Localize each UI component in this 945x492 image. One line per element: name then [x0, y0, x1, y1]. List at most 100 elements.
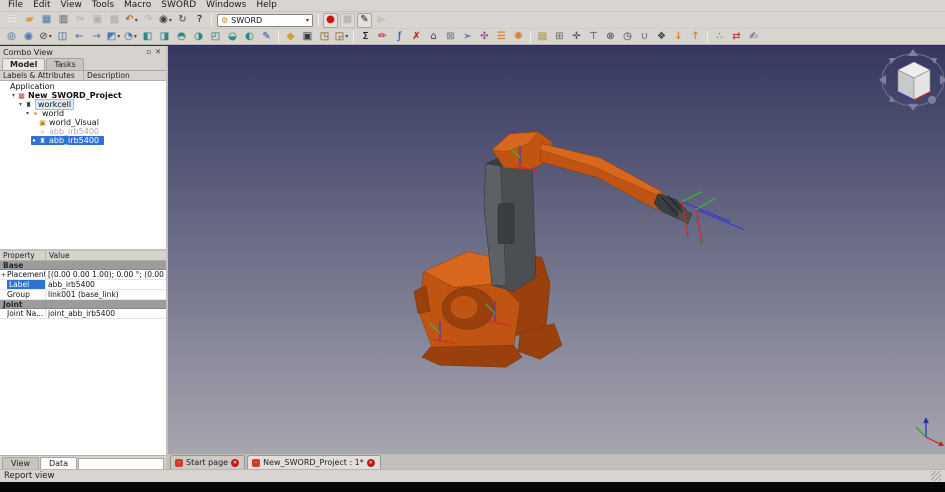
fit-selection-button[interactable]: ◎: [4, 29, 19, 44]
property-row-label[interactable]: Labelabb_irb5400: [0, 280, 166, 290]
property-value[interactable]: [(0.00 0.00 1.00); 0.00 °; (0.00 mm 0.00…: [46, 270, 166, 279]
print-button[interactable]: ▥: [56, 13, 71, 28]
linked-view-button[interactable]: ◩▾: [106, 29, 121, 44]
arrow-down-tool-button[interactable]: ↓: [671, 29, 686, 44]
value-column-header[interactable]: Value: [46, 251, 166, 260]
red-pen-tool-button[interactable]: ✏: [375, 29, 390, 44]
sword-yellow-tool-button[interactable]: ◆: [283, 29, 298, 44]
nav-forward-button[interactable]: →: [89, 29, 104, 44]
menu-sword[interactable]: SWORD: [156, 0, 201, 11]
bounding-box-button[interactable]: ◫: [55, 29, 70, 44]
function-tool-button[interactable]: ƒ: [392, 29, 407, 44]
float-panel-icon[interactable]: ▫: [144, 48, 153, 56]
link-tool-button[interactable]: ⇄: [729, 29, 744, 44]
property-value[interactable]: joint_abb_irb5400: [46, 309, 166, 318]
expander-open-icon[interactable]: ▾: [17, 101, 24, 108]
menu-edit[interactable]: Edit: [28, 0, 55, 11]
column-description[interactable]: Description: [84, 71, 166, 80]
view-rear-button[interactable]: ◰: [208, 29, 223, 44]
measure-button[interactable]: ✎: [259, 29, 274, 44]
home-tool-button[interactable]: ⌂: [426, 29, 441, 44]
tree-item-workcell[interactable]: ▾♜workcell: [17, 100, 79, 109]
view-left-button[interactable]: ◐: [242, 29, 257, 44]
view-front-button[interactable]: ◨: [157, 29, 172, 44]
menu-file[interactable]: File: [3, 0, 28, 11]
expander-open-icon[interactable]: ▾: [24, 110, 31, 117]
nav-back-button[interactable]: ←: [72, 29, 87, 44]
list-tool-button[interactable]: ☰: [494, 29, 509, 44]
zoom-button[interactable]: ◔▾: [123, 29, 138, 44]
grab-tool-button[interactable]: ❖: [654, 29, 669, 44]
pointer-tool-button[interactable]: ➢: [460, 29, 475, 44]
property-row-group[interactable]: Grouplink001 (base_link): [0, 290, 166, 300]
save-button[interactable]: ▦: [39, 13, 54, 28]
draw-style-button[interactable]: ⊘▾: [38, 29, 53, 44]
expander-open-icon[interactable]: ▾: [10, 92, 17, 99]
gear-tool-button[interactable]: ✺: [511, 29, 526, 44]
tab-model[interactable]: Model: [2, 58, 45, 70]
view-top-button[interactable]: ◓: [174, 29, 189, 44]
macro-edit-button[interactable]: ✎: [357, 13, 372, 28]
crosshair-tool-button[interactable]: ✛: [569, 29, 584, 44]
document-tab-start-page[interactable]: ◦Start page✕: [170, 455, 245, 469]
sword-monitor-tool-button[interactable]: ▣: [300, 29, 315, 44]
document-tab-new-sword-project-1-[interactable]: ◦New_SWORD_Project : 1*✕: [247, 455, 381, 469]
level-tool-button[interactable]: ⊤: [586, 29, 601, 44]
column-labels-attributes[interactable]: Labels & Attributes: [0, 71, 84, 80]
clock-tool-button[interactable]: ◷: [620, 29, 635, 44]
property-value[interactable]: link001 (base_link): [46, 290, 166, 299]
tree-item-world-visual[interactable]: ▣world_Visual: [31, 118, 104, 127]
arrow-up-tool-button[interactable]: ↑: [688, 29, 703, 44]
property-row-joint-na-[interactable]: Joint Na...joint_abb_irb5400: [0, 309, 166, 319]
property-value[interactable]: abb_irb5400: [46, 280, 166, 289]
wave-tool-button[interactable]: ∪: [637, 29, 652, 44]
tree-item-application[interactable]: Application: [3, 82, 60, 91]
close-tab-icon[interactable]: ✕: [367, 459, 375, 467]
workbench-selector[interactable]: ⚙SWORD▾: [217, 14, 313, 27]
star-tool-button[interactable]: ✣: [477, 29, 492, 44]
menu-view[interactable]: View: [56, 0, 87, 11]
robot-lower-arm[interactable]: [484, 152, 536, 292]
tree-item-abb-irb5400[interactable]: ➢abb_irb5400: [31, 127, 104, 136]
menu-windows[interactable]: Windows: [201, 0, 251, 11]
sword-export-tool-button[interactable]: ◳: [317, 29, 332, 44]
menu-macro[interactable]: Macro: [119, 0, 156, 11]
property-expander-icon[interactable]: +: [0, 270, 7, 279]
undo-button[interactable]: ↶▾: [124, 13, 139, 28]
open-folder-button[interactable]: ▰: [22, 13, 37, 28]
tree-item-abb-irb5400[interactable]: ▸♜abb_irb5400: [31, 136, 104, 145]
expander-closed-icon[interactable]: ▸: [31, 137, 38, 144]
refresh-button[interactable]: ↻: [175, 13, 190, 28]
navigation-cube[interactable]: [879, 49, 945, 111]
tab-data[interactable]: Data: [40, 457, 77, 469]
close-tab-icon[interactable]: ✕: [231, 459, 239, 467]
document-tool-button[interactable]: ▤: [535, 29, 550, 44]
tree-item-world[interactable]: ▾✴world: [24, 109, 69, 118]
macro-record-button[interactable]: ●: [323, 13, 338, 28]
delete-tool-button[interactable]: ✗: [409, 29, 424, 44]
resize-grip[interactable]: [931, 471, 941, 481]
property-column-header[interactable]: Property: [0, 251, 46, 260]
transform-tool-button[interactable]: ⊞: [552, 29, 567, 44]
menu-help[interactable]: Help: [251, 0, 282, 11]
sword-export-alt-tool-button[interactable]: ◲▾: [334, 29, 349, 44]
tab-tasks[interactable]: Tasks: [46, 58, 83, 70]
hand-tool-button[interactable]: ✍: [746, 29, 761, 44]
new-document-button[interactable]: ▤: [5, 13, 20, 28]
fit-all-button[interactable]: ◉: [21, 29, 36, 44]
view-bottom-button[interactable]: ◒: [225, 29, 240, 44]
clear-tool-button[interactable]: ⊠: [443, 29, 458, 44]
graph-tool-button[interactable]: ∴: [712, 29, 727, 44]
robot-base[interactable]: [414, 251, 562, 367]
whats-this-button[interactable]: ?: [192, 13, 207, 28]
menu-tools[interactable]: Tools: [87, 0, 119, 11]
sigma-tool-button[interactable]: Σ: [358, 29, 373, 44]
property-row-placement[interactable]: +Placement[(0.00 0.00 1.00); 0.00 °; (0.…: [0, 270, 166, 280]
view-right-button[interactable]: ◑: [191, 29, 206, 44]
close-panel-icon[interactable]: ✕: [153, 48, 163, 56]
view-axonometric-button[interactable]: ◧: [140, 29, 155, 44]
workbench-reload-button[interactable]: ◉▾: [158, 13, 173, 28]
tab-view[interactable]: View: [2, 457, 39, 469]
3d-viewport[interactable]: [168, 46, 945, 453]
circle-x-tool-button[interactable]: ⊗: [603, 29, 618, 44]
